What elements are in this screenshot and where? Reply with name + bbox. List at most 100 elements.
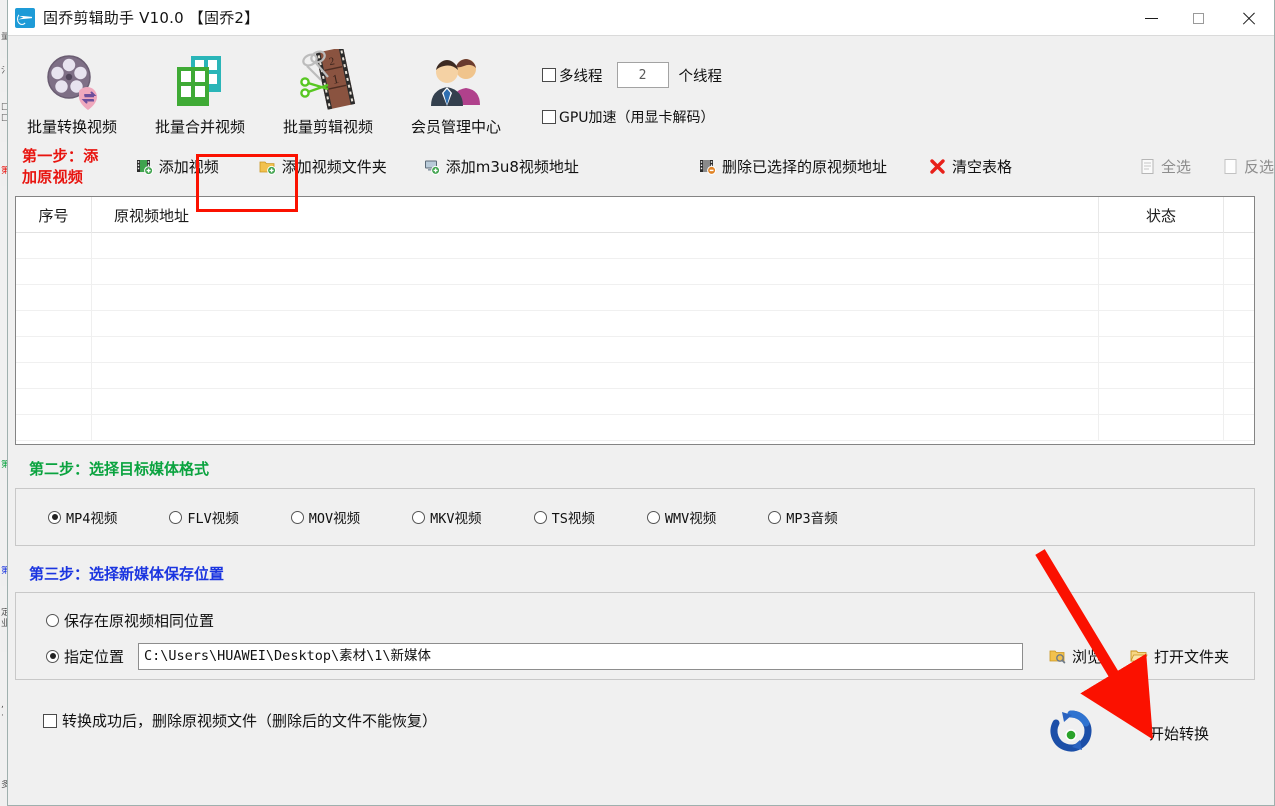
invert-selection-icon <box>1223 158 1238 175</box>
format-option-MOV视频[interactable]: MOV视频 <box>290 507 361 527</box>
format-option-TS视频[interactable]: TS视频 <box>533 507 595 527</box>
table-cell[interactable] <box>1224 259 1254 285</box>
multithread-option[interactable]: 多线程 2 个线程 <box>542 60 722 90</box>
table-cell[interactable] <box>1099 415 1224 441</box>
invert-selection-button[interactable]: 反选 <box>1223 156 1274 177</box>
table-cell[interactable] <box>1224 337 1254 363</box>
table-row[interactable] <box>16 389 1254 415</box>
format-label: MP3音频 <box>786 511 838 527</box>
table-cell[interactable] <box>16 285 92 311</box>
start-convert-button[interactable]: 开始转换 <box>1048 708 1209 758</box>
format-option-WMV视频[interactable]: WMV视频 <box>646 507 716 527</box>
thread-count-input[interactable]: 2 <box>616 62 669 88</box>
gpu-accel-option[interactable]: GPU加速（用显卡解码） <box>542 102 722 132</box>
table-cell[interactable] <box>92 389 1099 415</box>
table-header-index[interactable]: 序号 <box>16 197 92 233</box>
save-same-location-option[interactable]: 保存在原视频相同位置 <box>46 605 1254 635</box>
table-cell[interactable] <box>1099 285 1224 311</box>
table-cell[interactable] <box>16 415 92 441</box>
format-option-MKV视频[interactable]: MKV视频 <box>412 507 482 527</box>
table-cell[interactable] <box>1224 285 1254 311</box>
step2-title: 第二步：选择目标媒体格式 <box>29 460 210 478</box>
table-row[interactable] <box>16 337 1254 363</box>
format-label: TS视频 <box>551 511 595 527</box>
gpu-accel-checkbox[interactable] <box>542 110 556 124</box>
table-cell[interactable] <box>16 233 92 259</box>
table-cell[interactable] <box>1224 363 1254 389</box>
table-cell[interactable] <box>92 415 1099 441</box>
table-cell[interactable] <box>1099 233 1224 259</box>
maximize-button[interactable] <box>1175 0 1222 36</box>
table-cell[interactable] <box>92 363 1099 389</box>
table-header-source-path[interactable]: 原视频地址 <box>92 197 1099 233</box>
table-row[interactable] <box>16 415 1254 441</box>
add-video-folder-label: 添加视频文件夹 <box>281 157 387 176</box>
format-radio[interactable] <box>533 510 547 524</box>
table-cell[interactable] <box>92 337 1099 363</box>
clear-table-button[interactable]: 清空表格 <box>929 156 1012 177</box>
table-cell[interactable] <box>1099 337 1224 363</box>
table-cell[interactable] <box>1099 311 1224 337</box>
table-cell[interactable] <box>1224 415 1254 441</box>
table-row[interactable] <box>16 259 1254 285</box>
toolbar-item-batch-merge[interactable]: 批量合并视频 <box>136 42 264 137</box>
select-all-button[interactable]: 全选 <box>1140 156 1191 177</box>
title-bar[interactable]: 固乔剪辑助手 V10.0 【固乔2】 <box>8 0 1274 36</box>
save-path-input[interactable]: C:\Users\HUAWEI\Desktop\素材\1\新媒体 <box>138 642 1024 670</box>
table-cell[interactable] <box>1099 389 1224 415</box>
table-cell[interactable] <box>1224 233 1254 259</box>
table-row[interactable] <box>16 285 1254 311</box>
format-radio[interactable] <box>768 510 782 524</box>
toolbar-options: 多线程 2 个线程 GPU加速（用显卡解码） <box>542 42 722 132</box>
table-row[interactable] <box>16 233 1254 259</box>
toolbar-item-batch-convert[interactable]: 批量转换视频 <box>8 42 136 137</box>
format-radio[interactable] <box>169 510 183 524</box>
format-radio[interactable] <box>290 510 304 524</box>
select-all-icon <box>1140 158 1155 175</box>
save-same-location-radio[interactable] <box>46 613 59 627</box>
table-cell[interactable] <box>16 363 92 389</box>
table-cell[interactable] <box>16 311 92 337</box>
table-cell[interactable] <box>92 259 1099 285</box>
delete-selected-button[interactable]: 删除已选择的原视频地址 <box>699 156 887 177</box>
format-radio[interactable] <box>48 510 61 524</box>
format-option-MP3音频[interactable]: MP3音频 <box>768 507 838 527</box>
table-cell[interactable] <box>1224 311 1254 337</box>
table-cell[interactable] <box>16 389 92 415</box>
save-custom-location-radio[interactable] <box>46 649 59 663</box>
table-cell[interactable] <box>1224 389 1254 415</box>
close-button[interactable] <box>1222 0 1274 36</box>
browse-label: 浏览 <box>1072 647 1103 666</box>
table-cell[interactable] <box>1099 259 1224 285</box>
open-folder-button[interactable]: 打开文件夹 <box>1130 646 1229 667</box>
table-row[interactable] <box>16 363 1254 389</box>
table-body[interactable] <box>16 233 1254 441</box>
video-list-table[interactable]: 序号 原视频地址 状态 <box>15 196 1255 445</box>
table-cell[interactable] <box>92 285 1099 311</box>
minimize-button[interactable] <box>1128 0 1175 36</box>
table-cell[interactable] <box>92 311 1099 337</box>
delete-after-convert-checkbox[interactable] <box>43 713 57 728</box>
table-header-status[interactable]: 状态 <box>1099 197 1224 233</box>
toolbar-item-batch-clip[interactable]: 2 1 批量剪辑视频 <box>264 42 392 137</box>
add-video-button[interactable]: 添加视频 <box>136 156 219 177</box>
format-radio[interactable] <box>646 510 660 524</box>
format-label: MOV视频 <box>308 511 361 527</box>
toolbar-label: 会员管理中心 <box>410 118 501 136</box>
add-m3u8-icon <box>423 158 440 175</box>
toolbar-label: 批量剪辑视频 <box>282 118 373 136</box>
table-cell[interactable] <box>92 233 1099 259</box>
format-radio[interactable] <box>412 510 426 524</box>
add-m3u8-button[interactable]: 添加m3u8视频地址 <box>423 156 579 177</box>
format-option-MP4视频[interactable]: MP4视频 <box>48 507 117 527</box>
toolbar-item-member-center[interactable]: 会员管理中心 <box>392 42 520 137</box>
toolbar-label: 批量转换视频 <box>26 118 117 136</box>
table-cell[interactable] <box>16 337 92 363</box>
browse-button[interactable]: 浏览 <box>1049 646 1102 667</box>
multithread-checkbox[interactable] <box>542 68 556 82</box>
format-option-FLV视频[interactable]: FLV视频 <box>169 507 239 527</box>
table-cell[interactable] <box>1099 363 1224 389</box>
table-cell[interactable] <box>16 259 92 285</box>
table-row[interactable] <box>16 311 1254 337</box>
add-video-folder-button[interactable]: 添加视频文件夹 <box>259 156 387 177</box>
